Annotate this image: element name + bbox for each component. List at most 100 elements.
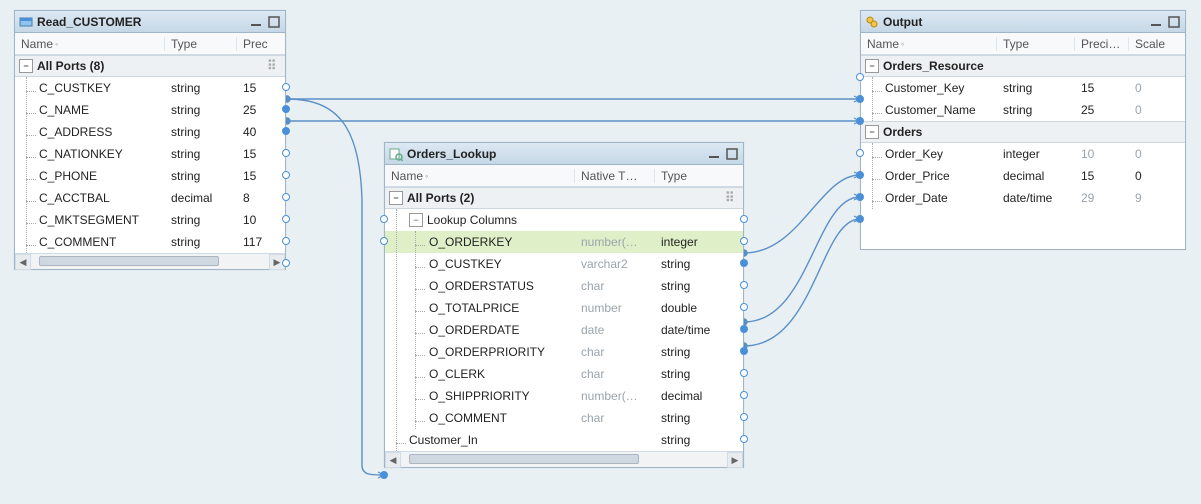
port-row[interactable]: O_CUSTKEYvarchar2string — [385, 253, 743, 275]
output-port[interactable] — [282, 105, 290, 113]
scroll-thumb[interactable] — [39, 256, 219, 266]
group-orders[interactable]: − Orders — [861, 121, 1185, 143]
subgroup-lookup-columns[interactable]: − Lookup Columns — [385, 209, 743, 231]
output-port[interactable] — [282, 259, 290, 267]
output-port[interactable] — [740, 369, 748, 377]
collapse-icon[interactable]: − — [409, 213, 423, 227]
output-port[interactable] — [282, 215, 290, 223]
output-port[interactable] — [282, 149, 290, 157]
port-name: O_COMMENT — [429, 411, 507, 425]
output-port[interactable] — [282, 171, 290, 179]
minimize-icon[interactable] — [1149, 15, 1163, 29]
port-row[interactable]: C_PHONEstring15 — [15, 165, 285, 187]
output-port[interactable] — [282, 83, 290, 91]
scroll-thumb[interactable] — [409, 454, 639, 464]
maximize-icon[interactable] — [725, 147, 739, 161]
port-row[interactable]: O_CLERKcharstring — [385, 363, 743, 385]
port-row[interactable]: Order_Keyinteger100 — [861, 143, 1185, 165]
output-port[interactable] — [740, 237, 748, 245]
h-scrollbar[interactable]: ◀ ▶ — [15, 253, 285, 269]
group-orders-resource[interactable]: − Orders_Resource — [861, 55, 1185, 77]
scroll-left-icon[interactable]: ◀ — [385, 452, 401, 468]
panel-titlebar[interactable]: Orders_Lookup — [385, 143, 743, 165]
scroll-left-icon[interactable]: ◀ — [15, 254, 31, 270]
output-port[interactable] — [740, 391, 748, 399]
lookup-icon — [389, 147, 403, 161]
panel-titlebar[interactable]: Output — [861, 11, 1185, 33]
collapse-icon[interactable]: − — [865, 125, 879, 139]
port-row[interactable]: C_NATIONKEYstring15 — [15, 143, 285, 165]
input-port[interactable] — [856, 95, 864, 103]
port-scale: 0 — [1129, 81, 1185, 95]
output-port[interactable] — [282, 193, 290, 201]
input-port[interactable] — [856, 149, 864, 157]
drag-handle-icon[interactable]: ⠿ — [267, 58, 285, 74]
port-row[interactable]: C_ACCTBALdecimal8 — [15, 187, 285, 209]
column-header[interactable]: Name◦ Native T… Type — [385, 165, 743, 187]
group-all-ports[interactable]: − All Ports (8) ⠿ — [15, 55, 285, 77]
input-port[interactable] — [856, 193, 864, 201]
input-port[interactable] — [380, 471, 388, 479]
collapse-icon[interactable]: − — [865, 59, 879, 73]
panel-read-customer[interactable]: Read_CUSTOMER Name◦ Type Prec − All Port… — [14, 10, 286, 270]
port-row[interactable]: O_ORDERDATEdatedate/time — [385, 319, 743, 341]
output-port[interactable] — [282, 237, 290, 245]
port-row[interactable]: Customer_Instring — [385, 429, 743, 451]
panel-titlebar[interactable]: Read_CUSTOMER — [15, 11, 285, 33]
output-port[interactable] — [740, 259, 748, 267]
input-port[interactable] — [856, 171, 864, 179]
port-row[interactable]: Order_Pricedecimal150 — [861, 165, 1185, 187]
port-type: string — [165, 169, 237, 183]
output-port[interactable] — [740, 215, 748, 223]
collapse-icon[interactable]: − — [19, 59, 33, 73]
minimize-icon[interactable] — [249, 15, 263, 29]
port-row[interactable]: O_ORDERPRIORITYcharstring — [385, 341, 743, 363]
input-port[interactable] — [856, 73, 864, 81]
port-row[interactable]: C_CUSTKEYstring15 — [15, 77, 285, 99]
input-port[interactable] — [380, 237, 388, 245]
output-port[interactable] — [740, 325, 748, 333]
output-port[interactable] — [740, 435, 748, 443]
h-scrollbar[interactable]: ◀ ▶ — [385, 451, 743, 467]
port-row[interactable]: C_MKTSEGMENTstring10 — [15, 209, 285, 231]
scroll-right-icon[interactable]: ▶ — [727, 452, 743, 468]
group-label: All Ports (2) — [407, 191, 474, 205]
collapse-icon[interactable]: − — [389, 191, 403, 205]
port-row[interactable]: O_ORDERSTATUScharstring — [385, 275, 743, 297]
panel-output[interactable]: Output Name◦ Type Preci… Scale − Orders_… — [860, 10, 1186, 250]
input-port[interactable] — [856, 215, 864, 223]
col-type: Type — [165, 37, 237, 51]
port-row[interactable]: C_COMMENTstring117 — [15, 231, 285, 253]
port-row[interactable]: Customer_Namestring250 — [861, 99, 1185, 121]
output-port[interactable] — [740, 303, 748, 311]
input-port[interactable] — [856, 117, 864, 125]
maximize-icon[interactable] — [267, 15, 281, 29]
port-type: string — [165, 147, 237, 161]
output-port[interactable] — [282, 127, 290, 135]
drag-handle-icon[interactable]: ⠿ — [725, 190, 743, 206]
port-row[interactable]: O_TOTALPRICEnumberdouble — [385, 297, 743, 319]
port-row[interactable]: O_SHIPPRIORITYnumber(…decimal — [385, 385, 743, 407]
port-name: Order_Price — [885, 169, 950, 183]
port-type: decimal — [997, 169, 1075, 183]
port-row[interactable]: Customer_Keystring150 — [861, 77, 1185, 99]
port-row[interactable]: C_ADDRESSstring40 — [15, 121, 285, 143]
port-name: Customer_Key — [885, 81, 964, 95]
port-name: Customer_In — [409, 433, 478, 447]
port-row[interactable]: O_COMMENTcharstring — [385, 407, 743, 429]
port-native: varchar2 — [575, 257, 655, 271]
port-row[interactable]: C_NAMEstring25 — [15, 99, 285, 121]
port-row[interactable]: Order_Datedate/time299 — [861, 187, 1185, 209]
group-all-ports[interactable]: − All Ports (2) ⠿ — [385, 187, 743, 209]
column-header[interactable]: Name◦ Type Prec — [15, 33, 285, 55]
output-port[interactable] — [740, 413, 748, 421]
output-port[interactable] — [740, 347, 748, 355]
minimize-icon[interactable] — [707, 147, 721, 161]
column-header[interactable]: Name◦ Type Preci… Scale — [861, 33, 1185, 55]
port-row[interactable]: O_ORDERKEYnumber(…integer — [385, 231, 743, 253]
maximize-icon[interactable] — [1167, 15, 1181, 29]
output-port[interactable] — [740, 281, 748, 289]
col-scale: Scale — [1129, 37, 1185, 51]
input-port[interactable] — [380, 215, 388, 223]
panel-orders-lookup[interactable]: Orders_Lookup Name◦ Native T… Type − All… — [384, 142, 744, 468]
